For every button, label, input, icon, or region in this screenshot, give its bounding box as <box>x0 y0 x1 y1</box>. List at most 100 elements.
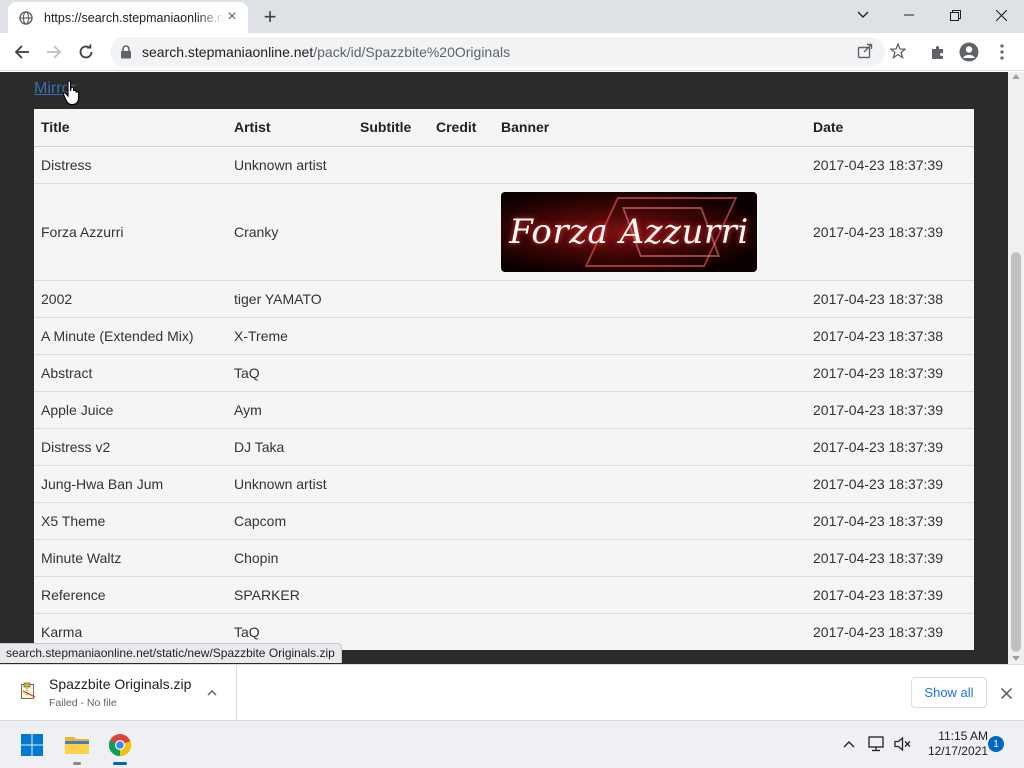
song-artist: Unknown artist <box>227 145 353 183</box>
table-header-row: Title Artist Subtitle Credit Banner Date <box>34 109 974 147</box>
song-artist: Unknown artist <box>227 464 353 502</box>
song-date: 2017-04-23 18:37:39 <box>806 612 974 650</box>
song-banner-image: Forza Azzurri <box>501 191 757 272</box>
restore-button[interactable] <box>932 0 978 30</box>
browser-tab[interactable]: https://search.stepmaniaonline.net/pack/… <box>8 2 248 33</box>
address-bar[interactable]: search.stepmaniaonline.net/pack/id/Spazz… <box>110 37 885 67</box>
song-title: Distress <box>34 145 227 183</box>
song-subtitle <box>353 279 429 317</box>
banner-text: Forza Azzurri <box>509 211 749 252</box>
kebab-icon[interactable] <box>988 38 1016 66</box>
song-subtitle <box>353 353 429 391</box>
download-item[interactable]: Spazzbite Originals.zip Failed - No file <box>0 665 237 721</box>
download-file-name: Spazzbite Originals.zip <box>49 676 192 692</box>
song-subtitle <box>353 316 429 354</box>
song-banner: Forza Azzurri <box>494 182 806 280</box>
song-subtitle <box>353 182 429 280</box>
song-subtitle <box>353 464 429 502</box>
share-icon[interactable] <box>853 39 877 63</box>
song-banner <box>494 612 806 650</box>
table-row: Forza Azzurri Cranky Forza Azzurri 2017-… <box>34 182 974 280</box>
song-date: 2017-04-23 18:37:39 <box>806 390 974 428</box>
window-close-button[interactable] <box>978 0 1024 30</box>
song-artist: SPARKER <box>227 575 353 613</box>
song-date: 2017-04-23 18:37:39 <box>806 427 974 465</box>
scrollbar-thumb[interactable] <box>1011 252 1021 652</box>
close-icon[interactable] <box>996 683 1016 703</box>
column-header-date: Date <box>806 109 974 147</box>
song-credit <box>429 353 494 391</box>
table-row: Distress v2 DJ Taka 2017-04-23 18:37:39 <box>34 427 974 465</box>
song-title: Abstract <box>34 353 227 391</box>
reload-icon[interactable] <box>72 38 100 66</box>
clock-date: 12/17/2021 <box>927 744 988 758</box>
windows-start-icon[interactable] <box>14 727 50 763</box>
file-explorer-icon[interactable] <box>59 727 95 765</box>
scroll-up-arrow-icon[interactable] <box>1012 74 1020 79</box>
download-shelf: Spazzbite Originals.zip Failed - No file… <box>0 664 1024 721</box>
show-all-button[interactable]: Show all <box>911 677 987 708</box>
song-title: Minute Waltz <box>34 538 227 576</box>
tab-strip: https://search.stepmaniaonline.net/pack/… <box>0 0 1024 33</box>
table-row: Apple Juice Aym 2017-04-23 18:37:39 <box>34 390 974 428</box>
volume-icon[interactable] <box>892 733 914 755</box>
song-subtitle <box>353 390 429 428</box>
song-artist: tiger YAMATO <box>227 279 353 317</box>
notification-badge[interactable]: 1 <box>988 736 1004 752</box>
song-title: Forza Azzurri <box>34 182 227 280</box>
puzzle-icon[interactable] <box>924 38 952 66</box>
song-artist: Chopin <box>227 538 353 576</box>
star-icon[interactable] <box>886 39 910 63</box>
clock-time: 11:15 AM <box>938 729 988 743</box>
taskbar-clock[interactable]: 11:15 AM 12/17/2021 <box>918 729 988 759</box>
table-row: A Minute (Extended Mix) X-Treme 2017-04-… <box>34 316 974 354</box>
arrow-right-icon[interactable] <box>40 38 68 66</box>
network-icon[interactable] <box>866 733 888 755</box>
song-credit <box>429 538 494 576</box>
chrome-icon[interactable] <box>102 727 138 765</box>
new-tab-button[interactable]: + <box>258 5 282 29</box>
windows-taskbar: 11:15 AM 12/17/2021 1 <box>0 720 1024 768</box>
tab-title: https://search.stepmaniaonline.net/pack/… <box>44 10 224 25</box>
scroll-down-arrow-icon[interactable] <box>1012 656 1020 661</box>
song-credit <box>429 182 494 280</box>
song-subtitle <box>353 612 429 650</box>
song-banner <box>494 464 806 502</box>
page-content: Mirror Title Artist Subtitle Credit Bann… <box>0 72 1008 664</box>
song-credit <box>429 145 494 183</box>
song-date: 2017-04-23 18:37:38 <box>806 316 974 354</box>
song-banner <box>494 427 806 465</box>
song-banner <box>494 145 806 183</box>
lock-icon[interactable] <box>120 45 134 59</box>
song-banner <box>494 575 806 613</box>
chevron-up-icon[interactable] <box>204 685 220 701</box>
song-banner <box>494 501 806 539</box>
song-credit <box>429 427 494 465</box>
song-subtitle <box>353 427 429 465</box>
song-artist: TaQ <box>227 353 353 391</box>
browser-toolbar: search.stepmaniaonline.net/pack/id/Spazz… <box>0 33 1024 71</box>
download-status: Failed - No file <box>49 697 117 709</box>
tab-search-chevron-icon[interactable] <box>840 0 886 30</box>
song-artist: Capcom <box>227 501 353 539</box>
song-subtitle <box>353 538 429 576</box>
song-title: A Minute (Extended Mix) <box>34 316 227 354</box>
song-title: Jung-Hwa Ban Jum <box>34 464 227 502</box>
chevron-up-icon[interactable] <box>838 733 860 755</box>
url-host: search.stepmaniaonline.net <box>142 44 314 60</box>
song-subtitle <box>353 145 429 183</box>
minimize-button[interactable] <box>886 0 932 30</box>
zip-file-icon <box>20 682 36 700</box>
person-icon[interactable] <box>955 38 983 66</box>
song-date: 2017-04-23 18:37:39 <box>806 538 974 576</box>
table-row: Distress Unknown artist 2017-04-23 18:37… <box>34 145 974 183</box>
column-header-banner: Banner <box>494 109 806 147</box>
song-credit <box>429 316 494 354</box>
table-row: X5 Theme Capcom 2017-04-23 18:37:39 <box>34 501 974 539</box>
column-header-title: Title <box>34 109 227 147</box>
table-row: Minute Waltz Chopin 2017-04-23 18:37:39 <box>34 538 974 576</box>
page-scrollbar[interactable] <box>1008 72 1024 664</box>
column-header-artist: Artist <box>227 109 353 147</box>
tab-close-icon[interactable]: × <box>224 9 240 25</box>
arrow-left-icon[interactable] <box>8 38 36 66</box>
